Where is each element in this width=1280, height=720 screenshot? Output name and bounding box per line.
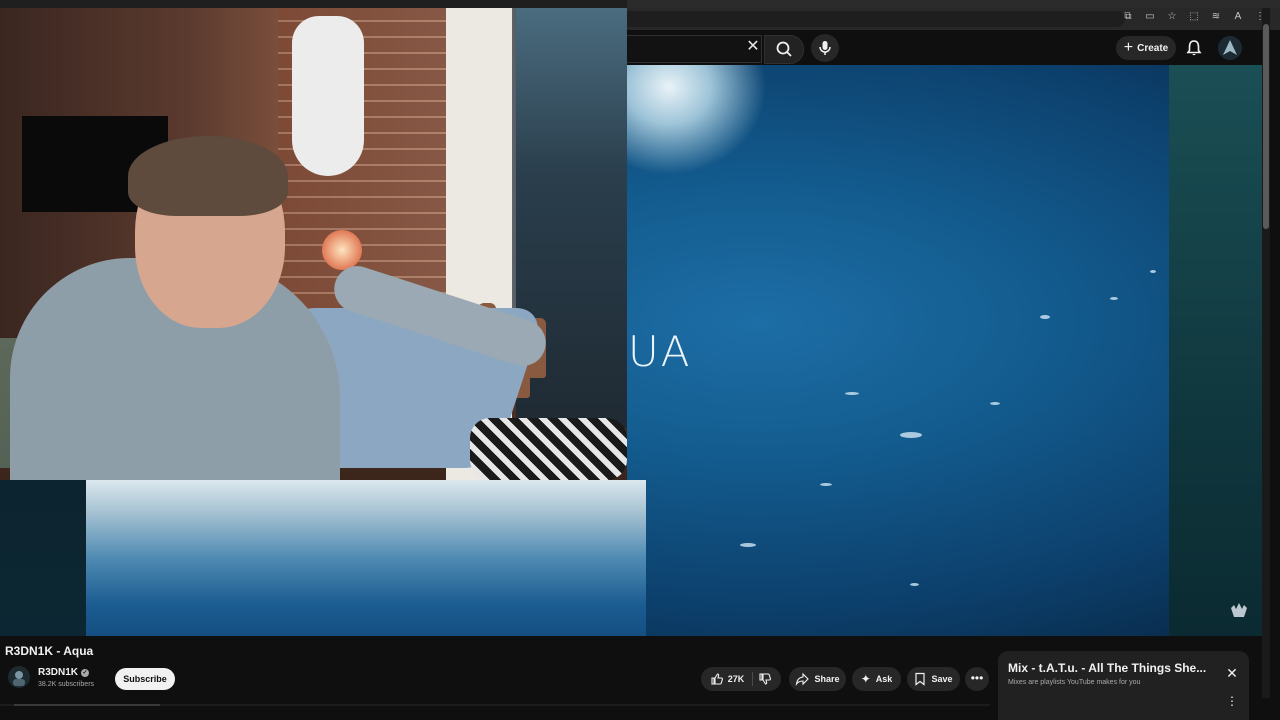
like-dislike-group: 27K bbox=[701, 667, 781, 691]
wave-crest bbox=[627, 65, 767, 175]
star-icon[interactable]: ☆ bbox=[1166, 11, 1178, 23]
video-overlay-text: UA bbox=[628, 327, 692, 376]
water-surface bbox=[86, 480, 646, 636]
search-button[interactable] bbox=[764, 35, 804, 64]
profile-icon[interactable]: A bbox=[1232, 11, 1244, 23]
mix-title[interactable]: Mix - t.A.T.u. - All The Things She... bbox=[1008, 661, 1208, 675]
share-label: Share bbox=[814, 674, 840, 684]
bookmark-icon bbox=[915, 672, 926, 686]
close-icon[interactable]: ✕ bbox=[1223, 664, 1241, 682]
notifications-bell-icon[interactable] bbox=[1184, 38, 1204, 58]
mix-subtitle: Mixes are playlists YouTube makes for yo… bbox=[1008, 679, 1141, 686]
divider-highlight bbox=[14, 704, 160, 706]
ask-button[interactable]: ✦ Ask bbox=[852, 667, 901, 691]
candle-lamp bbox=[322, 230, 362, 270]
account-avatar[interactable] bbox=[1218, 36, 1242, 60]
create-label: Create bbox=[1137, 42, 1169, 54]
cast-icon[interactable]: ▭ bbox=[1144, 11, 1156, 23]
address-field[interactable] bbox=[627, 11, 1125, 27]
subscriber-count: 38.2K subscribers bbox=[38, 681, 95, 688]
patterned-sock bbox=[470, 418, 627, 480]
plus-icon: + bbox=[1123, 39, 1134, 56]
thumbs-down-icon bbox=[759, 673, 772, 685]
save-label: Save bbox=[931, 674, 953, 684]
ask-label: Ask bbox=[875, 674, 893, 684]
webcam-overlay bbox=[0, 8, 627, 480]
mix-more-icon[interactable]: ⋮ bbox=[1226, 694, 1238, 708]
clear-search-icon[interactable]: ✕ bbox=[744, 38, 762, 56]
verified-check-icon: ✓ bbox=[81, 668, 90, 677]
extension-toolbar: ⧉ ▭ ☆ ⬚ ≋ A ⋮ bbox=[1122, 11, 1266, 23]
wall-sculpture bbox=[292, 16, 364, 176]
thumbs-up-icon bbox=[711, 673, 723, 685]
subscribe-button[interactable]: Subscribe bbox=[115, 668, 175, 690]
channel-logo-icon bbox=[13, 671, 25, 686]
like-count: 27K bbox=[727, 674, 745, 684]
search-input[interactable] bbox=[627, 35, 762, 63]
search-icon bbox=[776, 41, 792, 57]
more-actions-button[interactable]: ••• bbox=[965, 667, 989, 691]
like-button[interactable]: 27K bbox=[710, 672, 754, 686]
microphone-icon bbox=[819, 41, 831, 55]
scrollbar-thumb[interactable] bbox=[1263, 24, 1269, 229]
share-arrow-icon bbox=[796, 672, 810, 686]
channel-name-row[interactable]: R3DN1K ✓ bbox=[38, 667, 90, 678]
sparkle-icon: ✦ bbox=[860, 672, 871, 686]
save-button[interactable]: Save bbox=[907, 667, 960, 691]
translate-icon[interactable]: ≋ bbox=[1210, 11, 1222, 23]
channel-avatar[interactable] bbox=[8, 666, 30, 688]
external-link-icon[interactable]: ⧉ bbox=[1122, 11, 1134, 23]
avatar-logo-icon bbox=[1223, 40, 1237, 55]
channel-name[interactable]: R3DN1K bbox=[38, 667, 78, 678]
extensions-icon[interactable]: ⬚ bbox=[1188, 11, 1200, 23]
video-letterbox-right bbox=[1169, 65, 1262, 636]
channel-watermark-icon[interactable] bbox=[1228, 600, 1250, 622]
video-title: R3DN1K - Aqua bbox=[5, 644, 94, 658]
create-button[interactable]: + Create bbox=[1116, 36, 1176, 60]
voice-search-button[interactable] bbox=[811, 34, 839, 62]
share-button[interactable]: Share bbox=[789, 667, 846, 691]
tab-strip bbox=[627, 0, 1280, 8]
dislike-button[interactable] bbox=[758, 672, 772, 686]
person-hair bbox=[128, 136, 288, 216]
